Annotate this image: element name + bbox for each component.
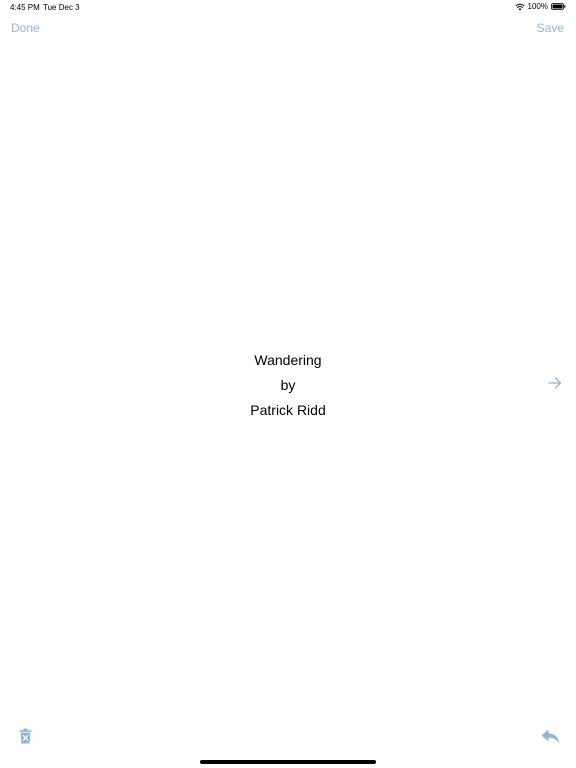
- status-time: 4:45 PM: [10, 3, 40, 12]
- reply-icon[interactable]: [541, 729, 560, 744]
- wifi-icon: [514, 3, 525, 10]
- battery-percent: 100%: [527, 2, 548, 11]
- trash-icon[interactable]: [19, 728, 32, 744]
- arrow-right-icon[interactable]: [548, 377, 562, 389]
- screen: 4:45 PM Tue Dec 3 100% Done Save Wanderi…: [0, 0, 576, 768]
- battery-icon: [551, 3, 566, 10]
- status-bar: 4:45 PM Tue Dec 3 100%: [0, 0, 576, 14]
- save-button[interactable]: Save: [537, 21, 564, 35]
- done-button[interactable]: Done: [11, 21, 40, 35]
- home-indicator: [200, 760, 376, 764]
- author-name: Patrick Ridd: [250, 402, 326, 418]
- status-date: Tue Dec 3: [43, 3, 80, 12]
- status-right: 100%: [514, 2, 566, 11]
- by-label: by: [280, 377, 296, 393]
- book-title: Wandering: [254, 352, 322, 368]
- title-block: Wandering by Patrick Ridd: [0, 348, 576, 423]
